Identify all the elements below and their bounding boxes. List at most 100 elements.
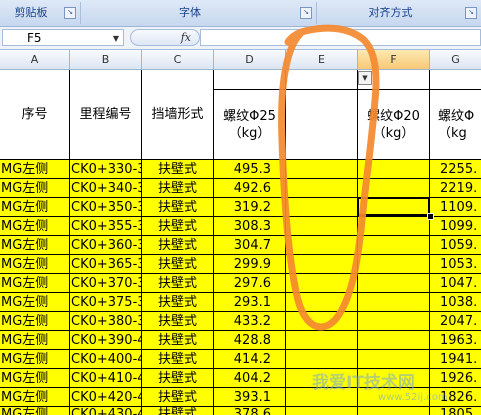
table-cell-mileage[interactable]: CK0+410-4 bbox=[70, 369, 142, 388]
table-cell-seq[interactable]: MG左侧 bbox=[0, 407, 70, 415]
table-cell-rebar-25[interactable]: 308.3 bbox=[214, 217, 286, 236]
formula-input[interactable] bbox=[200, 29, 481, 46]
cell-e3[interactable] bbox=[286, 70, 358, 90]
table-cell-f[interactable] bbox=[358, 312, 430, 331]
table-cell-seq[interactable]: MG左侧 bbox=[0, 198, 70, 217]
table-cell-seq[interactable]: MG左侧 bbox=[0, 274, 70, 293]
table-cell-mileage[interactable]: CK0+400-4 bbox=[70, 350, 142, 369]
table-cell-rebar-25[interactable]: 304.7 bbox=[214, 236, 286, 255]
table-cell-rebar-25[interactable]: 428.8 bbox=[214, 331, 286, 350]
table-cell-wall-type[interactable]: 扶壁式 bbox=[142, 407, 214, 415]
column-header-b[interactable]: B bbox=[70, 50, 142, 70]
table-cell-wall-type[interactable]: 扶壁式 bbox=[142, 179, 214, 198]
table-cell-g[interactable]: 2255. bbox=[430, 160, 481, 179]
table-cell-f[interactable] bbox=[358, 217, 430, 236]
table-cell-wall-type[interactable]: 扶壁式 bbox=[142, 255, 214, 274]
table-cell-g[interactable]: 1963. bbox=[430, 331, 481, 350]
table-cell-g[interactable]: 1805. bbox=[430, 407, 481, 415]
table-cell-wall-type[interactable]: 扶壁式 bbox=[142, 274, 214, 293]
filter-dropdown-icon[interactable]: ▼ bbox=[358, 71, 372, 85]
table-cell-e[interactable] bbox=[286, 255, 358, 274]
header-cell-wall-type[interactable]: 挡墙形式 bbox=[142, 70, 214, 160]
name-box[interactable]: F5 ▼ bbox=[2, 29, 124, 46]
table-cell-rebar-25[interactable]: 297.6 bbox=[214, 274, 286, 293]
table-cell-seq[interactable]: MG左侧 bbox=[0, 350, 70, 369]
table-cell-mileage[interactable]: CK0+375-3 bbox=[70, 293, 142, 312]
table-cell-seq[interactable]: MG左侧 bbox=[0, 331, 70, 350]
header-cell-mileage[interactable]: 里程编号 bbox=[70, 70, 142, 160]
table-cell-g[interactable]: 2047. bbox=[430, 312, 481, 331]
header-cell-e[interactable] bbox=[286, 90, 358, 160]
table-cell-mileage[interactable]: CK0+330-3 bbox=[70, 160, 142, 179]
table-cell-e[interactable] bbox=[286, 312, 358, 331]
column-header-e[interactable]: E bbox=[286, 50, 358, 70]
font-dialog-launcher-icon[interactable]: ↘ bbox=[300, 7, 312, 19]
table-cell-mileage[interactable]: CK0+355-3 bbox=[70, 217, 142, 236]
column-header-d[interactable]: D bbox=[214, 50, 286, 70]
table-cell-rebar-25[interactable]: 492.6 bbox=[214, 179, 286, 198]
table-cell-rebar-25[interactable]: 414.2 bbox=[214, 350, 286, 369]
table-cell-mileage[interactable]: CK0+390-4 bbox=[70, 331, 142, 350]
table-cell-wall-type[interactable]: 扶壁式 bbox=[142, 293, 214, 312]
table-cell-mileage[interactable]: CK0+350-3 bbox=[70, 198, 142, 217]
table-cell-e[interactable] bbox=[286, 217, 358, 236]
table-cell-mileage[interactable]: CK0+365-3 bbox=[70, 255, 142, 274]
table-cell-g[interactable]: 1099. bbox=[430, 217, 481, 236]
table-cell-f[interactable] bbox=[358, 350, 430, 369]
table-cell-wall-type[interactable]: 扶壁式 bbox=[142, 236, 214, 255]
active-cell-selection[interactable] bbox=[357, 197, 430, 216]
chevron-down-icon[interactable]: ▼ bbox=[113, 30, 119, 47]
table-cell-e[interactable] bbox=[286, 331, 358, 350]
column-header-c[interactable]: C bbox=[142, 50, 214, 70]
table-cell-f[interactable] bbox=[358, 160, 430, 179]
table-cell-wall-type[interactable]: 扶壁式 bbox=[142, 388, 214, 407]
table-cell-e[interactable] bbox=[286, 160, 358, 179]
table-cell-wall-type[interactable]: 扶壁式 bbox=[142, 312, 214, 331]
table-cell-seq[interactable]: MG左侧 bbox=[0, 179, 70, 198]
table-cell-g[interactable]: 1047. bbox=[430, 274, 481, 293]
table-cell-rebar-25[interactable]: 495.3 bbox=[214, 160, 286, 179]
table-cell-g[interactable]: 1059. bbox=[430, 236, 481, 255]
table-cell-f[interactable] bbox=[358, 179, 430, 198]
table-cell-wall-type[interactable]: 扶壁式 bbox=[142, 369, 214, 388]
table-cell-seq[interactable]: MG左侧 bbox=[0, 236, 70, 255]
table-cell-wall-type[interactable]: 扶壁式 bbox=[142, 160, 214, 179]
table-cell-e[interactable] bbox=[286, 236, 358, 255]
header-cell-rebar-20[interactable]: 螺纹Φ20 （kg） bbox=[358, 90, 430, 160]
alignment-dialog-launcher-icon[interactable]: ↘ bbox=[465, 7, 477, 19]
clipboard-dialog-launcher-icon[interactable]: ↘ bbox=[64, 7, 76, 19]
cell-g3[interactable] bbox=[430, 70, 481, 90]
table-cell-wall-type[interactable]: 扶壁式 bbox=[142, 217, 214, 236]
table-cell-rebar-25[interactable]: 378.6 bbox=[214, 407, 286, 415]
table-cell-f[interactable] bbox=[358, 274, 430, 293]
table-cell-rebar-25[interactable]: 299.9 bbox=[214, 255, 286, 274]
header-cell-rebar-g[interactable]: 螺纹Φ （kg bbox=[430, 90, 481, 160]
insert-function-icon[interactable]: fx bbox=[181, 30, 191, 46]
table-cell-mileage[interactable]: CK0+420-4 bbox=[70, 388, 142, 407]
table-cell-seq[interactable]: MG左侧 bbox=[0, 255, 70, 274]
table-cell-mileage[interactable]: CK0+430-4 bbox=[70, 407, 142, 415]
table-cell-g[interactable]: 1038. bbox=[430, 293, 481, 312]
table-cell-rebar-25[interactable]: 319.2 bbox=[214, 198, 286, 217]
fill-handle[interactable] bbox=[427, 213, 434, 220]
cell-d3[interactable] bbox=[214, 70, 286, 90]
column-header-a[interactable]: A bbox=[0, 50, 70, 70]
table-cell-e[interactable] bbox=[286, 198, 358, 217]
table-cell-seq[interactable]: MG左侧 bbox=[0, 312, 70, 331]
table-cell-e[interactable] bbox=[286, 293, 358, 312]
table-cell-rebar-25[interactable]: 404.2 bbox=[214, 369, 286, 388]
header-cell-seq[interactable]: 序号 bbox=[0, 70, 70, 160]
table-cell-wall-type[interactable]: 扶壁式 bbox=[142, 331, 214, 350]
table-cell-g[interactable]: 1941. bbox=[430, 350, 481, 369]
table-cell-seq[interactable]: MG左侧 bbox=[0, 293, 70, 312]
table-cell-rebar-25[interactable]: 393.1 bbox=[214, 388, 286, 407]
table-cell-f[interactable] bbox=[358, 293, 430, 312]
table-cell-f[interactable] bbox=[358, 331, 430, 350]
table-cell-mileage[interactable]: CK0+380-3 bbox=[70, 312, 142, 331]
table-cell-seq[interactable]: MG左侧 bbox=[0, 160, 70, 179]
table-cell-e[interactable] bbox=[286, 350, 358, 369]
table-cell-e[interactable] bbox=[286, 274, 358, 293]
table-cell-g[interactable]: 1109. bbox=[430, 198, 481, 217]
table-cell-wall-type[interactable]: 扶壁式 bbox=[142, 198, 214, 217]
table-cell-mileage[interactable]: CK0+360-3 bbox=[70, 236, 142, 255]
